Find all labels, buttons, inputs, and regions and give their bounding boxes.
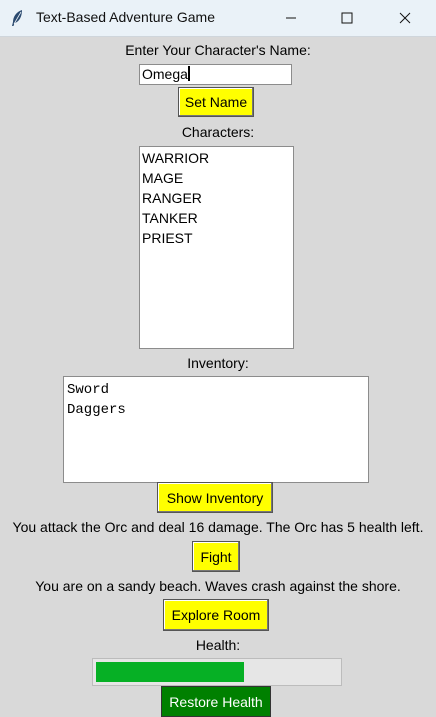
set-name-button[interactable]: Set Name	[178, 87, 254, 117]
window-title: Text-Based Adventure Game	[36, 9, 215, 25]
list-item-tanker[interactable]: TANKER	[142, 208, 291, 228]
character-name-value: Omega	[142, 66, 188, 82]
close-icon	[399, 12, 411, 24]
minimize-button[interactable]	[268, 0, 314, 36]
inventory-line: Daggers	[67, 402, 126, 418]
characters-listbox[interactable]: WARRIOR MAGE RANGER TANKER PRIEST	[139, 146, 294, 349]
list-item-priest[interactable]: PRIEST	[142, 228, 291, 248]
feather-icon	[12, 10, 22, 26]
characters-label: Characters:	[181, 124, 255, 140]
inventory-textbox[interactable]: Sword Daggers	[63, 376, 369, 483]
health-progress-bar	[92, 658, 342, 686]
inventory-label: Inventory:	[187, 355, 249, 371]
combat-message: You attack the Orc and deal 16 damage. T…	[12, 519, 424, 535]
health-label: Health:	[195, 637, 241, 653]
exploration-message: You are on a sandy beach. Waves crash ag…	[35, 578, 401, 594]
maximize-button[interactable]	[324, 0, 370, 36]
character-name-input[interactable]: Omega	[139, 64, 292, 85]
show-inventory-button[interactable]: Show Inventory	[157, 482, 273, 513]
health-progress-fill	[96, 662, 244, 682]
list-item-warrior[interactable]: WARRIOR	[142, 148, 291, 168]
maximize-icon	[341, 12, 353, 24]
name-prompt-label: Enter Your Character's Name:	[125, 42, 311, 58]
list-item-ranger[interactable]: RANGER	[142, 188, 291, 208]
inventory-line: Sword	[67, 382, 110, 398]
fight-button[interactable]: Fight	[192, 541, 240, 572]
restore-health-button[interactable]: Restore Health	[161, 686, 271, 717]
explore-room-button[interactable]: Explore Room	[163, 599, 269, 631]
minimize-icon	[286, 17, 296, 19]
close-button[interactable]	[382, 0, 428, 36]
text-caret	[187, 66, 190, 81]
title-bar: Text-Based Adventure Game	[0, 0, 436, 37]
list-item-mage[interactable]: MAGE	[142, 168, 291, 188]
